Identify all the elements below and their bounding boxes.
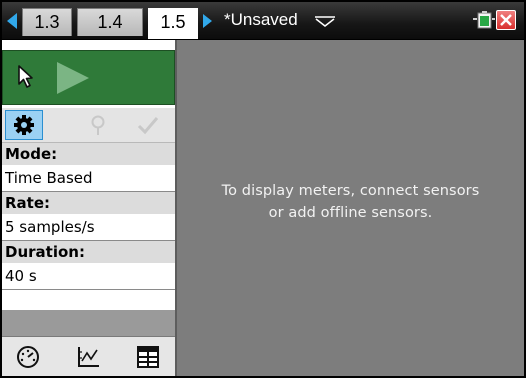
document-title[interactable]: *Unsaved (224, 8, 298, 32)
tab-bar: 1.3 1.4 1.5 *Unsaved (2, 2, 524, 40)
table-view-icon[interactable] (135, 344, 161, 370)
close-icon[interactable] (496, 10, 516, 30)
tab-1-5[interactable]: 1.5 (148, 8, 198, 39)
rate-value[interactable]: 5 samples/s (2, 214, 175, 240)
divider (2, 289, 175, 290)
toolbar (2, 108, 175, 143)
marker-icon (91, 115, 105, 135)
duration-label: Duration: (2, 241, 175, 263)
mode-value[interactable]: Time Based (2, 165, 175, 191)
meter-area: To display meters, connect sensors or ad… (177, 40, 524, 376)
view-switcher (2, 336, 175, 376)
sensor-settings-panel: Mode: Time Based Rate: 5 samples/s Durat… (2, 40, 177, 376)
chevron-down-icon[interactable] (314, 15, 336, 27)
meter-view-icon[interactable] (15, 344, 41, 370)
battery-icon (473, 11, 495, 29)
tab-1-3[interactable]: 1.3 (22, 8, 72, 36)
play-icon[interactable] (53, 60, 93, 96)
message-line-1: To display meters, connect sensors (221, 183, 480, 199)
empty-state-message: To display meters, connect sensors or ad… (177, 180, 524, 224)
tab-1-4[interactable]: 1.4 (77, 8, 143, 36)
message-line-2: or add offline sensors. (268, 205, 433, 221)
left-arrow-icon[interactable] (7, 13, 17, 29)
check-icon (137, 117, 159, 135)
gear-icon (14, 115, 34, 135)
graph-view-icon[interactable] (75, 344, 101, 370)
rate-label: Rate: (2, 192, 175, 214)
run-bar (2, 50, 175, 105)
panel-spacer (2, 310, 175, 336)
mode-label: Mode: (2, 143, 175, 165)
app-window: 1.3 1.4 1.5 *Unsaved Mode: Time Based Ra… (0, 0, 526, 378)
duration-value[interactable]: 40 s (2, 263, 175, 289)
pointer-icon[interactable] (15, 64, 37, 90)
right-arrow-icon[interactable] (203, 14, 212, 28)
settings-button[interactable] (5, 110, 43, 140)
